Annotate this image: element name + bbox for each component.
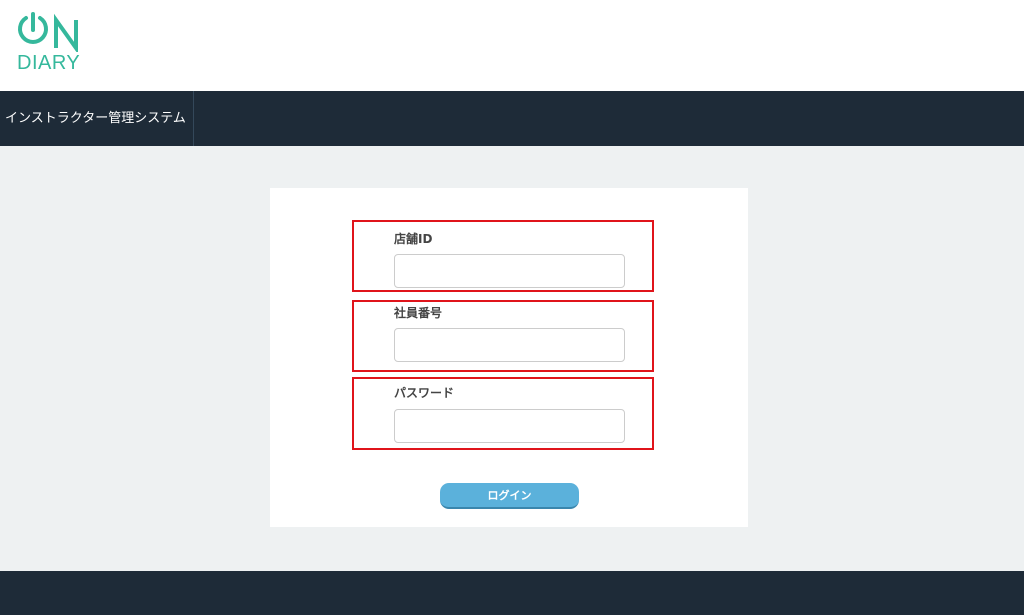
password-label: パスワード xyxy=(394,386,455,400)
store-id-input[interactable] xyxy=(394,254,625,288)
employee-number-label: 社員番号 xyxy=(394,306,443,320)
main-content: 店舗ID 社員番号 パスワード ログイン xyxy=(0,146,1024,571)
store-id-field-group: 店舗ID xyxy=(352,220,654,292)
nav-item-system-title[interactable]: インストラクター管理システム xyxy=(0,91,194,146)
on-logo-icon xyxy=(18,12,78,52)
store-id-label: 店舗ID xyxy=(394,232,433,246)
on-diary-logo[interactable]: DIARY xyxy=(13,10,93,76)
password-field-group: パスワード xyxy=(352,377,654,450)
login-button[interactable]: ログイン xyxy=(440,483,579,509)
login-form: 店舗ID 社員番号 パスワード ログイン xyxy=(270,188,748,527)
login-page: DIARY インストラクター管理システム 店舗ID 社員番号 パスワード ログイ… xyxy=(0,0,1024,615)
header: DIARY xyxy=(0,0,1024,91)
logo-diary-text: DIARY xyxy=(17,52,81,74)
password-input[interactable] xyxy=(394,409,625,443)
footer xyxy=(0,571,1024,615)
employee-number-field-group: 社員番号 xyxy=(352,300,654,372)
navbar: インストラクター管理システム xyxy=(0,91,1024,146)
employee-number-input[interactable] xyxy=(394,328,625,362)
